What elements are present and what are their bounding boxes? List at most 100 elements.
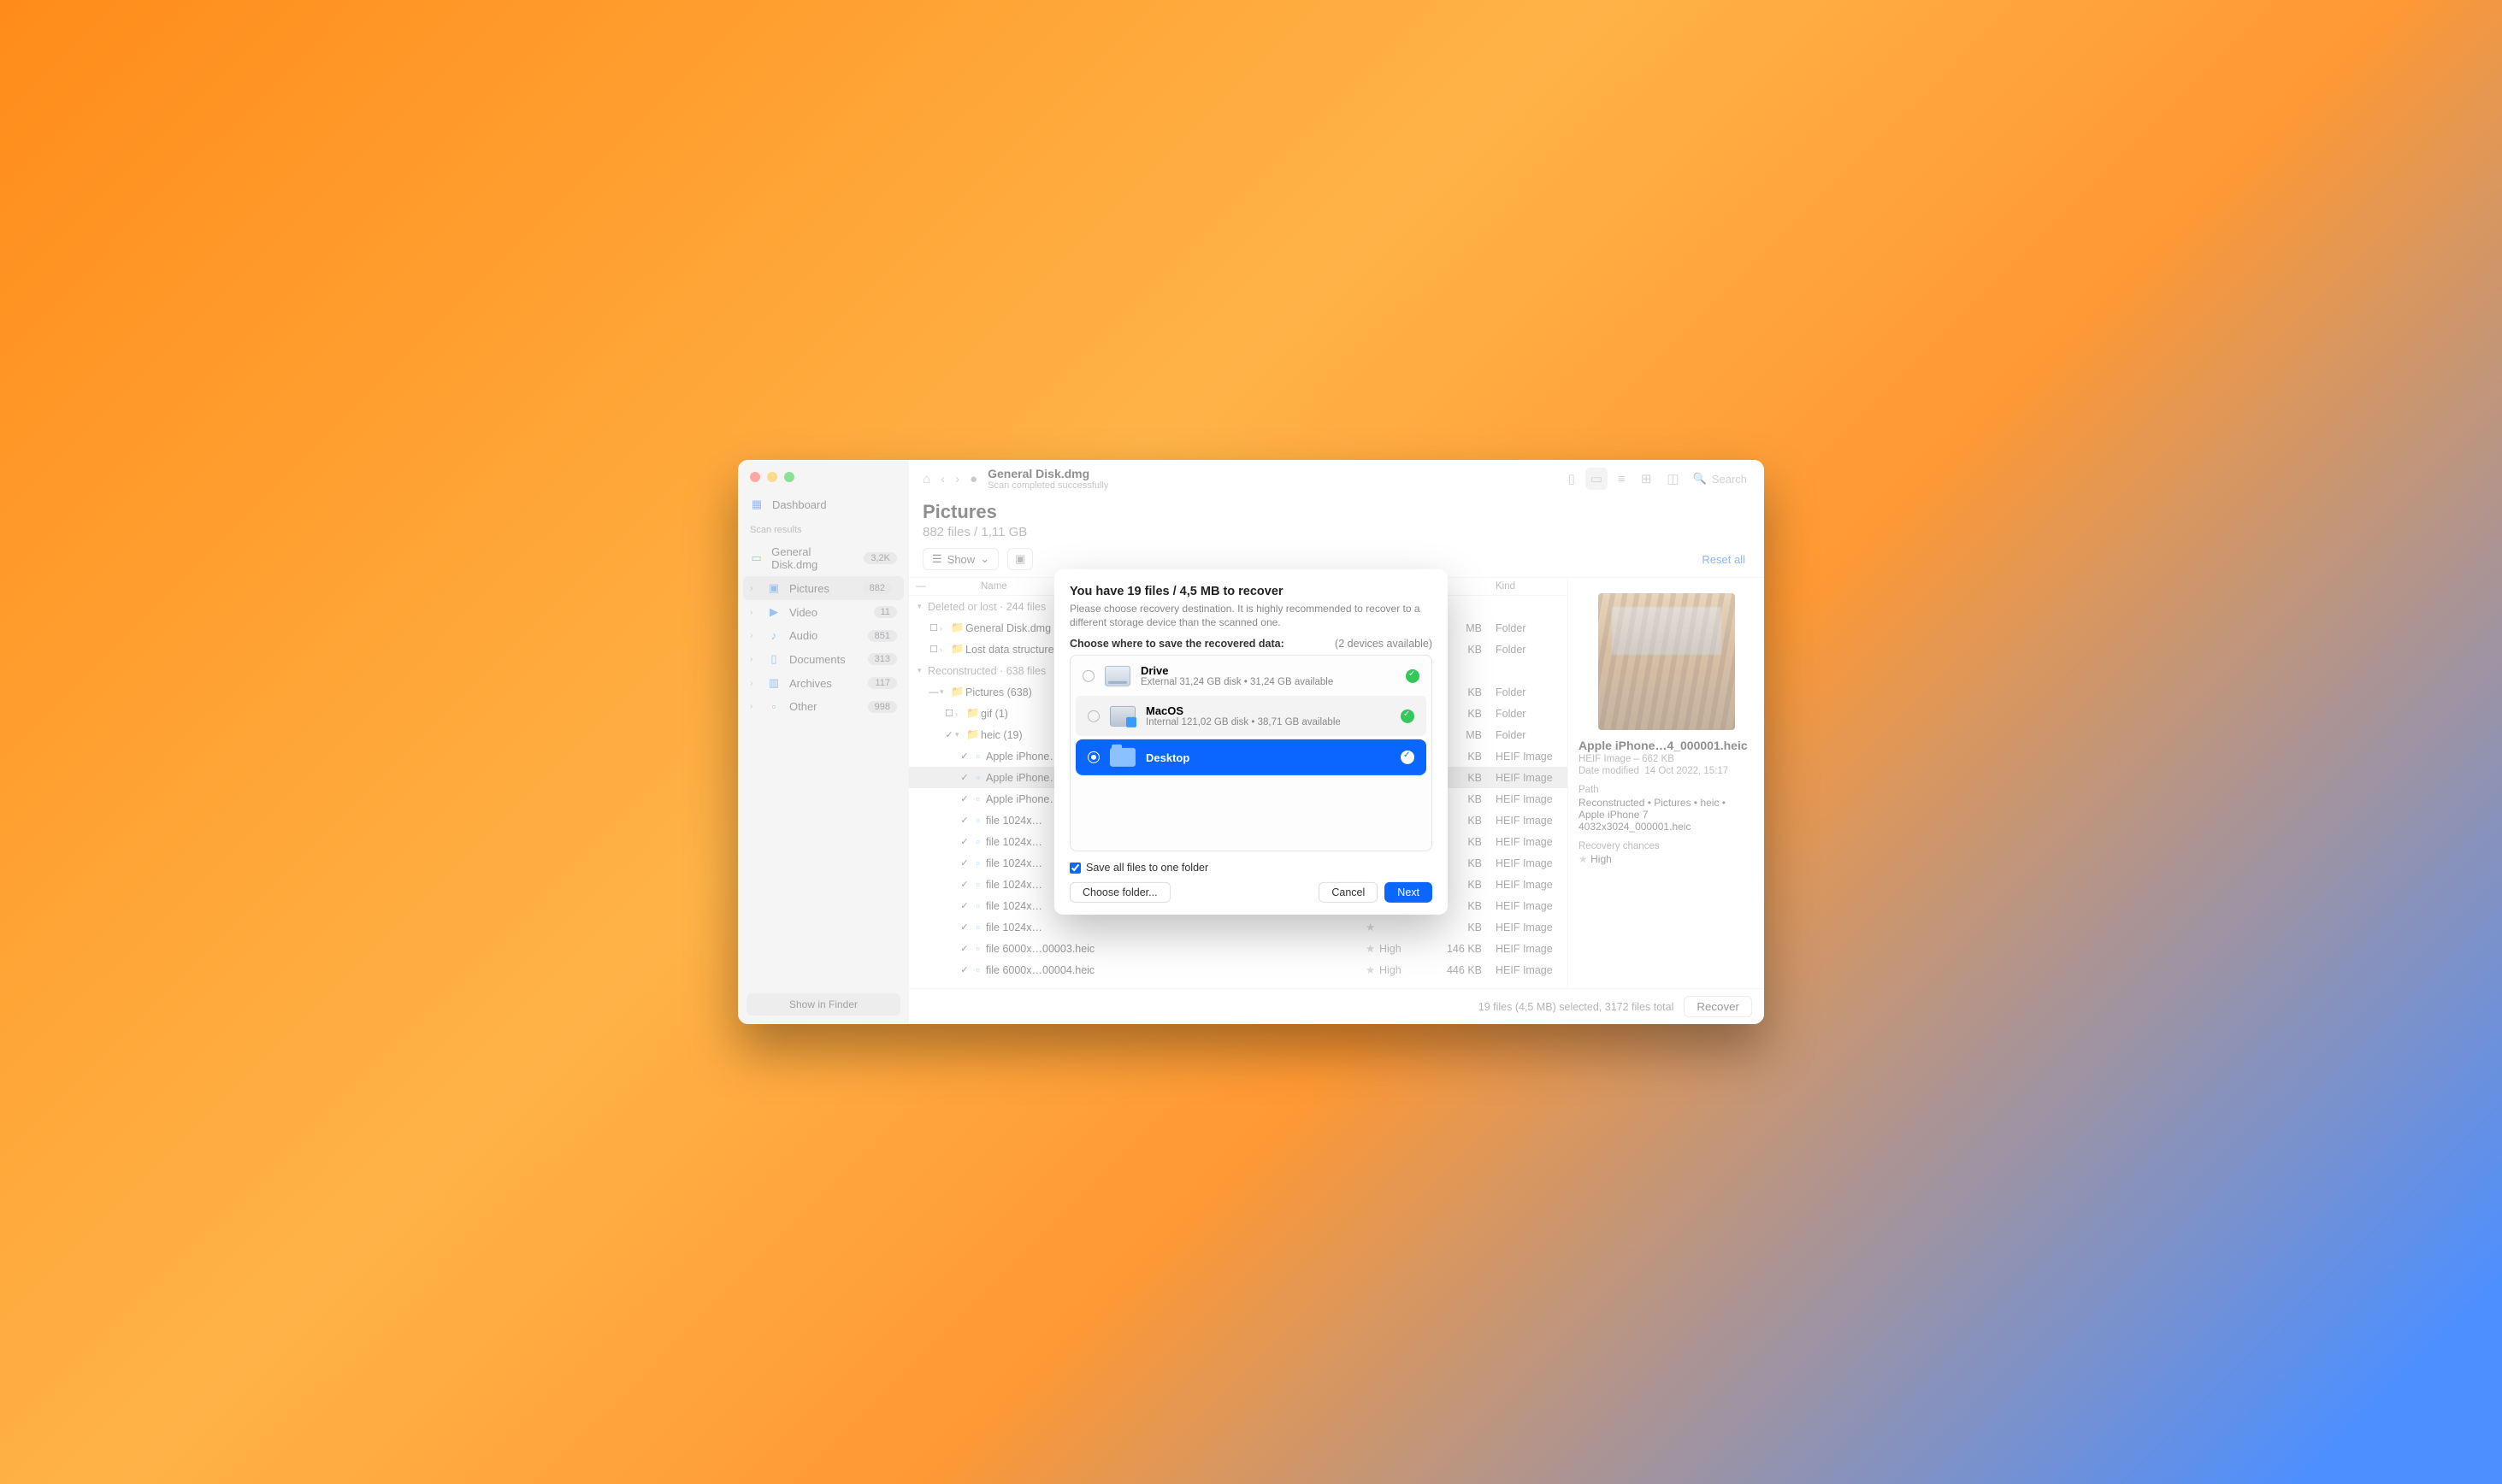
sidebar-item-dashboard[interactable]: ▦ Dashboard <box>738 492 909 516</box>
radio-icon[interactable] <box>1083 670 1095 682</box>
folder-icon: 📁 <box>950 686 965 698</box>
type-filter[interactable]: ▣ <box>1007 548 1033 570</box>
folder-icon: 📁 <box>950 621 965 634</box>
show-filter-button[interactable]: ☰ Show ⌄ <box>923 548 999 570</box>
dialog-title: You have 19 files / 4,5 MB to recover <box>1070 585 1432 598</box>
page-heading: Pictures 882 files / 1,11 GB <box>909 498 1764 548</box>
filter-icon: ☰ <box>932 552 942 566</box>
toolbar-subtitle: Scan completed successfully <box>988 480 1108 491</box>
preview-path-label: Path <box>1579 785 1754 795</box>
chevron-right-icon: › <box>750 655 758 664</box>
music-icon: ♪ <box>767 629 781 642</box>
sidebar-item-label: Video <box>789 606 817 619</box>
sidebar-item-archives[interactable]: › ▥ Archives 117 <box>738 671 909 695</box>
show-in-finder-button[interactable]: Show in Finder <box>746 993 900 1016</box>
search-icon: 🔍 <box>1693 472 1707 486</box>
sidebar-item-video[interactable]: › ▶ Video 11 <box>738 600 909 624</box>
sidebar-item-label: Audio <box>789 629 817 642</box>
count-badge: 882 <box>863 582 892 594</box>
video-icon: ▶ <box>767 605 781 619</box>
preview-pane: Apple iPhone…4_000001.heic HEIF Image – … <box>1567 578 1764 988</box>
preview-kind-size: HEIF Image – 662 KB <box>1579 754 1754 764</box>
preview-path-value: Reconstructed • Pictures • heic • Apple … <box>1579 797 1754 833</box>
preview-date-value: 14 Oct 2022, 15:17 <box>1644 766 1728 776</box>
home-icon[interactable]: ⌂ <box>923 472 930 486</box>
sidebar-item-audio[interactable]: › ♪ Audio 851 <box>738 624 909 647</box>
status-bar: 19 files (4,5 MB) selected, 3172 files t… <box>909 988 1764 1024</box>
sidebar-item-other[interactable]: › ▫ Other 998 <box>738 695 909 718</box>
view-grid-icon[interactable]: ⊞ <box>1636 468 1657 490</box>
file-icon: ▫ <box>971 879 986 891</box>
minimize-icon[interactable] <box>767 472 777 482</box>
sidebar-item-pictures[interactable]: › ▣ Pictures 882 <box>743 576 904 600</box>
file-icon: ▫ <box>971 900 986 912</box>
view-columns-icon[interactable]: ◫ <box>1661 468 1684 490</box>
cancel-button[interactable]: Cancel <box>1319 882 1378 903</box>
sidebar: ▦ Dashboard Scan results ▭ General Disk.… <box>738 460 909 1024</box>
destination-macos[interactable]: MacOS Internal 121,02 GB disk • 38,71 GB… <box>1076 696 1426 736</box>
file-icon: ▫ <box>971 943 986 955</box>
search-placeholder: Search <box>1712 473 1747 486</box>
reset-all-link[interactable]: Reset all <box>1702 553 1750 566</box>
table-row[interactable]: ✓ ▫ file 1024x…★ KBHEIF Image <box>909 916 1567 938</box>
radio-icon[interactable] <box>1088 710 1100 722</box>
devices-available: (2 devices available) <box>1335 638 1432 650</box>
close-icon[interactable] <box>750 472 760 482</box>
toolbar-title: General Disk.dmg <box>988 467 1108 480</box>
sidebar-item-label: Documents <box>789 653 846 666</box>
view-list-icon[interactable]: ≡ <box>1613 468 1631 490</box>
folder-icon: 📁 <box>965 728 981 741</box>
sidebar-item-documents[interactable]: › ▯ Documents 313 <box>738 647 909 671</box>
page-title: Pictures <box>923 501 1750 523</box>
preview-thumbnail <box>1598 593 1735 730</box>
count-badge: 117 <box>868 677 897 689</box>
sidebar-item-disk[interactable]: ▭ General Disk.dmg 3,2K <box>738 540 909 576</box>
document-icon: ▯ <box>767 652 781 666</box>
search-input[interactable]: 🔍 Search <box>1690 468 1750 489</box>
destination-sub: External 31,24 GB disk • 31,24 GB availa… <box>1141 677 1396 687</box>
sidebar-item-label: Dashboard <box>772 498 827 511</box>
folder-icon: 📁 <box>950 643 965 656</box>
destination-title: MacOS <box>1146 704 1390 717</box>
view-doc-icon[interactable]: ▯ <box>1563 468 1580 490</box>
view-folder-icon[interactable]: ▭ <box>1585 468 1608 490</box>
choose-folder-button[interactable]: Choose folder... <box>1070 882 1171 903</box>
save-all-checkbox-row[interactable]: Save all files to one folder <box>1070 862 1432 874</box>
recover-button[interactable]: Recover <box>1684 996 1752 1017</box>
table-row[interactable]: ✓ ▫ file 6000x…00003.heic★ High 146 KBHE… <box>909 938 1567 959</box>
star-icon: ★ <box>1579 853 1588 865</box>
page-subtitle: 882 files / 1,11 GB <box>923 525 1750 539</box>
folder-icon: 📁 <box>965 707 981 720</box>
archive-icon: ▥ <box>767 676 781 690</box>
count-badge: 998 <box>868 701 897 713</box>
grid-icon: ▦ <box>750 498 764 511</box>
col-kind[interactable]: Kind <box>1490 581 1567 592</box>
back-icon[interactable]: ‹ <box>941 472 945 486</box>
dialog-description: Please choose recovery destination. It i… <box>1070 602 1432 629</box>
file-icon: ▫ <box>971 815 986 827</box>
destination-desktop[interactable]: Desktop <box>1076 739 1426 775</box>
sidebar-item-label: General Disk.dmg <box>771 545 855 571</box>
check-icon <box>1406 669 1419 683</box>
next-button[interactable]: Next <box>1384 882 1432 903</box>
table-row[interactable]: ✓ ▫ file 6000x…00004.heic★ High 446 KBHE… <box>909 959 1567 980</box>
preview-chances-value: ★ High <box>1579 853 1754 865</box>
choose-label: Choose where to save the recovered data: <box>1070 638 1284 650</box>
chevron-down-icon: ⌄ <box>980 552 989 566</box>
check-icon <box>1401 751 1414 764</box>
destination-drive[interactable]: Drive External 31,24 GB disk • 31,24 GB … <box>1071 656 1431 696</box>
sidebar-section-header: Scan results <box>738 516 909 540</box>
chevron-right-icon: › <box>750 702 758 711</box>
status-check-icon: ● <box>970 472 977 486</box>
zoom-icon[interactable] <box>784 472 794 482</box>
check-icon <box>1401 710 1414 723</box>
sidebar-item-label: Pictures <box>789 582 829 595</box>
chevron-right-icon: › <box>750 608 758 617</box>
radio-icon[interactable] <box>1088 751 1100 763</box>
save-all-checkbox[interactable] <box>1070 863 1081 874</box>
image-icon: ▣ <box>767 581 781 595</box>
recovery-destination-dialog: You have 19 files / 4,5 MB to recover Pl… <box>1054 569 1448 915</box>
destination-sub: Internal 121,02 GB disk • 38,71 GB avail… <box>1146 717 1390 727</box>
selection-status: 19 files (4,5 MB) selected, 3172 files t… <box>1478 1001 1674 1013</box>
forward-icon[interactable]: › <box>955 472 959 486</box>
